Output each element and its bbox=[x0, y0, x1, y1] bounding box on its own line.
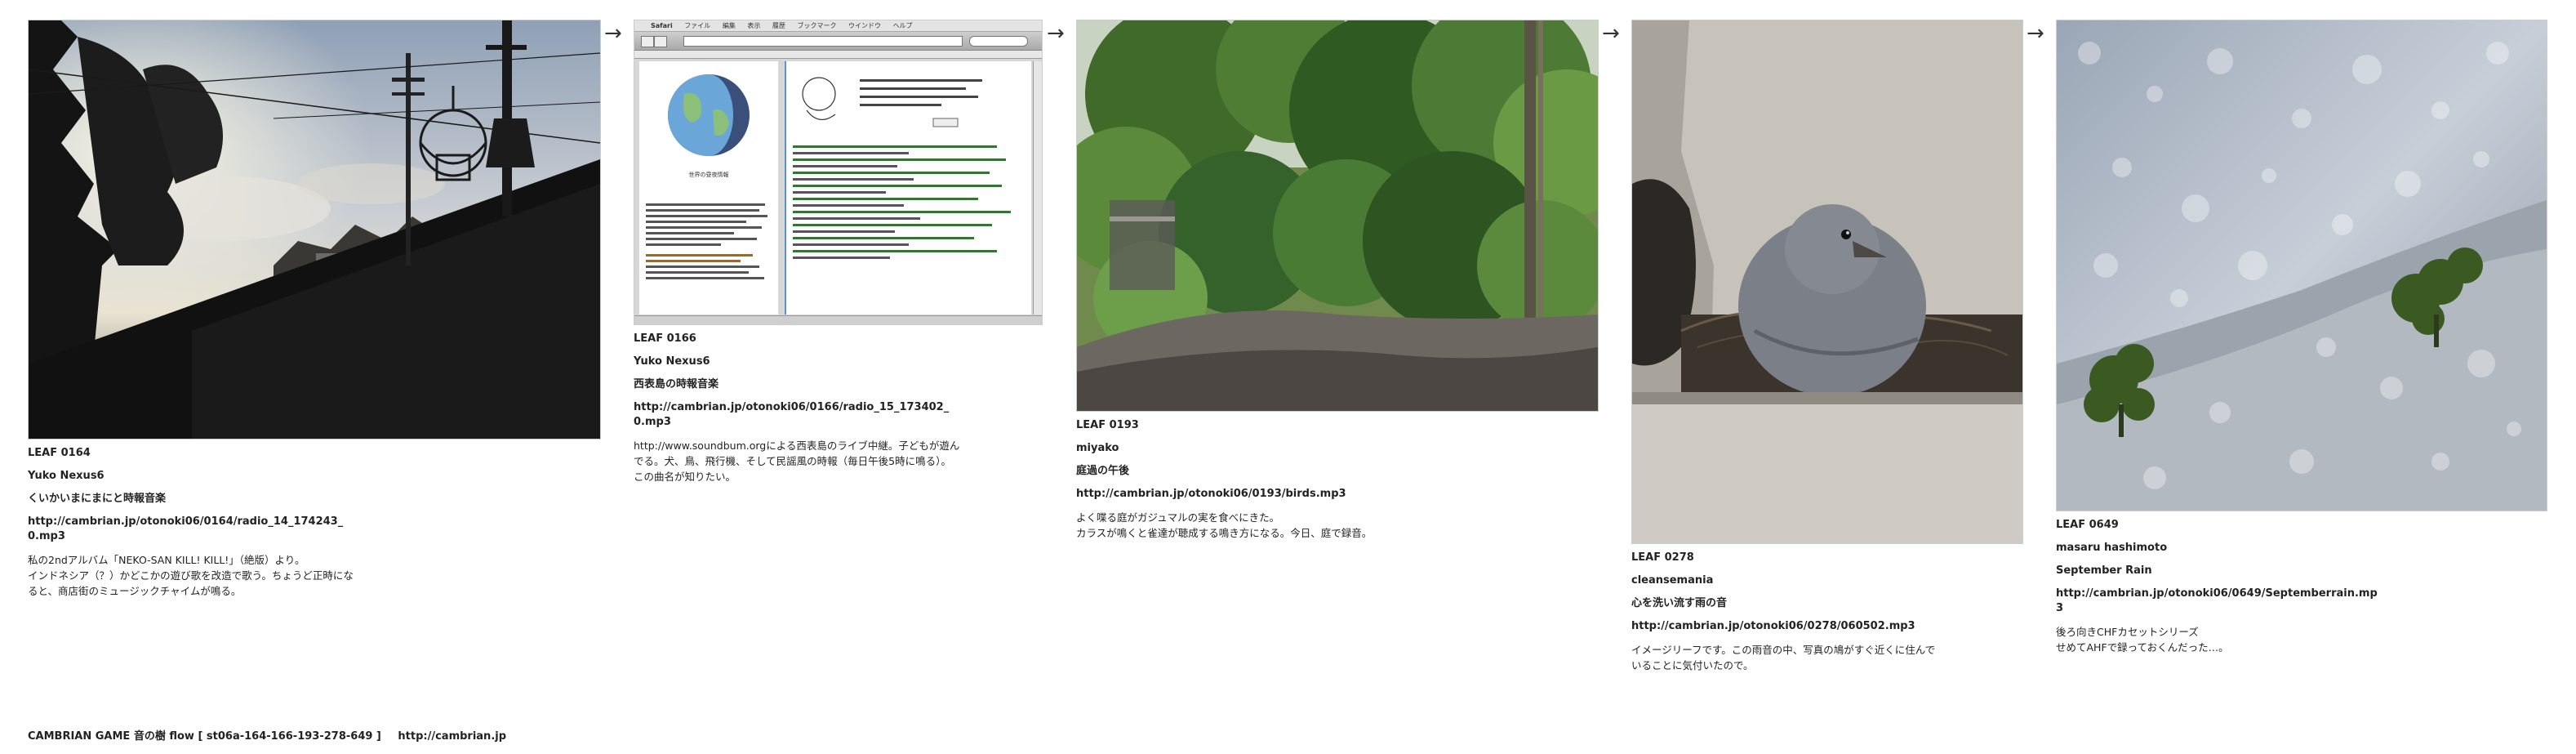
scrollbar[interactable] bbox=[1033, 61, 1042, 315]
flow-arrow-1: → bbox=[604, 21, 622, 46]
leaf-author: miyako bbox=[1076, 441, 1119, 454]
leaf-meta-0164: LEAF 0164 Yuko Nexus6 くいかいまにまにと時報音楽 http… bbox=[28, 446, 354, 600]
menu-item-window[interactable]: ウインドウ bbox=[848, 22, 881, 29]
leaf-id: LEAF 0278 bbox=[1631, 551, 1694, 564]
search-field[interactable] bbox=[969, 36, 1028, 47]
page-footer: CAMBRIAN GAME 音の樹 flow [ st06a-164-166-1… bbox=[28, 727, 506, 743]
page-text-block bbox=[639, 203, 778, 279]
mac-menu-bar: Safari ファイル 編集 表示 履歴 ブックマーク ウインドウ ヘルプ bbox=[634, 20, 1042, 32]
flow-arrow-2: → bbox=[1047, 21, 1065, 46]
leaf-photo-dove-nest[interactable] bbox=[1631, 20, 2023, 544]
leaf-photo-rain-window[interactable] bbox=[2056, 20, 2547, 511]
leaf-description: http://www.soundbum.orgによる西表島のライブ中継。子どもが… bbox=[634, 439, 960, 484]
footer-flow-text: CAMBRIAN GAME 音の樹 flow [ st06a-164-166-1… bbox=[28, 730, 381, 743]
menu-item-file[interactable]: ファイル bbox=[684, 22, 710, 29]
flow-arrow-3: → bbox=[1602, 21, 1620, 46]
leaf-meta-0166: LEAF 0166 Yuko Nexus6 西表島の時報音楽 http://ca… bbox=[634, 332, 960, 485]
globe-icon bbox=[668, 74, 750, 156]
leaf-author: cleansemania bbox=[1631, 573, 1714, 587]
leaf-meta-0649: LEAF 0649 masaru hashimoto September Rai… bbox=[2056, 518, 2382, 655]
leaf-title: 西表島の時報音楽 bbox=[634, 377, 719, 390]
chat-list bbox=[786, 138, 1031, 266]
rain-window-image bbox=[2057, 20, 2547, 511]
browser-toolbar bbox=[634, 32, 1042, 51]
bookmarks-bar bbox=[634, 51, 1042, 59]
leaf-card-0166: Safari ファイル 編集 表示 履歴 ブックマーク ウインドウ ヘルプ 世界… bbox=[634, 20, 1043, 485]
leaf-title: くいかいまにまにと時報音楽 bbox=[28, 492, 167, 505]
leaf-photo-garden[interactable] bbox=[1076, 20, 1599, 412]
drawing-icon bbox=[802, 77, 982, 127]
garden-image bbox=[1077, 20, 1598, 411]
menu-item-safari[interactable]: Safari bbox=[651, 22, 673, 29]
leaf-card-0278: LEAF 0278 cleansemania 心を洗い流す雨の音 http://… bbox=[1631, 20, 2023, 674]
page-left-pane: 世界の昼夜情報 bbox=[639, 61, 778, 315]
leaf-author: masaru hashimoto bbox=[2056, 541, 2168, 554]
dove-nest-image bbox=[1632, 20, 2022, 543]
leaf-card-0193: LEAF 0193 miyako 庭過の午後 http://cambrian.j… bbox=[1076, 20, 1599, 542]
leaf-mp3-link[interactable]: http://cambrian.jp/otonoki06/0278/060502… bbox=[1631, 619, 1942, 634]
leaf-mp3-link[interactable]: http://cambrian.jp/otonoki06/0164/radio_… bbox=[28, 515, 354, 544]
menu-item-bookmarks[interactable]: ブックマーク bbox=[797, 22, 836, 29]
forward-button[interactable] bbox=[654, 36, 667, 47]
silhouette-street-image bbox=[29, 20, 600, 439]
leaf-card-0164: LEAF 0164 Yuko Nexus6 くいかいまにまにと時報音楽 http… bbox=[28, 20, 601, 600]
leaf-description: よく喋る庭がガジュマルの実を食べにきた。 カラスが鳴くと雀達が聴成する鳴き方にな… bbox=[1076, 511, 1373, 540]
leaf-title: 庭過の午後 bbox=[1076, 464, 1130, 477]
leaf-id: LEAF 0166 bbox=[634, 332, 696, 345]
leaf-mp3-link[interactable]: http://cambrian.jp/otonoki06/0166/radio_… bbox=[634, 400, 960, 430]
leaf-id: LEAF 0649 bbox=[2056, 519, 2119, 531]
leaf-title: September Rain bbox=[2056, 564, 2152, 577]
menu-item-history[interactable]: 履歴 bbox=[772, 22, 785, 29]
leaf-photo-silhouette-street[interactable] bbox=[28, 20, 601, 439]
leaf-photo-browser-screenshot[interactable]: Safari ファイル 編集 表示 履歴 ブックマーク ウインドウ ヘルプ 世界… bbox=[634, 20, 1043, 325]
leaf-card-0649: LEAF 0649 masaru hashimoto September Rai… bbox=[2056, 20, 2549, 655]
footer-site-link[interactable]: http://cambrian.jp bbox=[398, 730, 506, 743]
address-field[interactable] bbox=[683, 36, 963, 47]
menu-item-edit[interactable]: 編集 bbox=[723, 22, 736, 29]
leaf-author: Yuko Nexus6 bbox=[28, 469, 105, 482]
flow-arrow-4: → bbox=[2027, 21, 2044, 46]
menu-item-view[interactable]: 表示 bbox=[747, 22, 760, 29]
leaf-mp3-link[interactable]: http://cambrian.jp/otonoki06/0649/Septem… bbox=[2056, 587, 2382, 616]
status-bar bbox=[634, 315, 1042, 324]
menu-item-help[interactable]: ヘルプ bbox=[893, 22, 913, 29]
back-button[interactable] bbox=[641, 36, 654, 47]
leaf-meta-0278: LEAF 0278 cleansemania 心を洗い流す雨の音 http://… bbox=[1631, 551, 1942, 674]
leaf-id: LEAF 0164 bbox=[28, 447, 91, 459]
leaf-description: 私の2ndアルバム「NEKO-SAN KILL! KILL!」（絶版）より。 イ… bbox=[28, 553, 354, 598]
leaf-title: 心を洗い流す雨の音 bbox=[1631, 596, 1728, 609]
leaf-description: 後ろ向きCHFカセットシリーズ せめてAHFで録っておくんだった…。 bbox=[2056, 625, 2229, 654]
leaf-meta-0193: LEAF 0193 miyako 庭過の午後 http://cambrian.j… bbox=[1076, 418, 1419, 542]
leaf-id: LEAF 0193 bbox=[1076, 419, 1139, 431]
leaf-mp3-link[interactable]: http://cambrian.jp/otonoki06/0193/birds.… bbox=[1076, 487, 1419, 502]
leaf-author: Yuko Nexus6 bbox=[634, 355, 710, 368]
page-right-pane bbox=[785, 61, 1031, 315]
leaf-description: イメージリーフです。この雨音の中、写真の鳩がすぐ近くに住んでいることに気付いたの… bbox=[1631, 643, 1936, 672]
